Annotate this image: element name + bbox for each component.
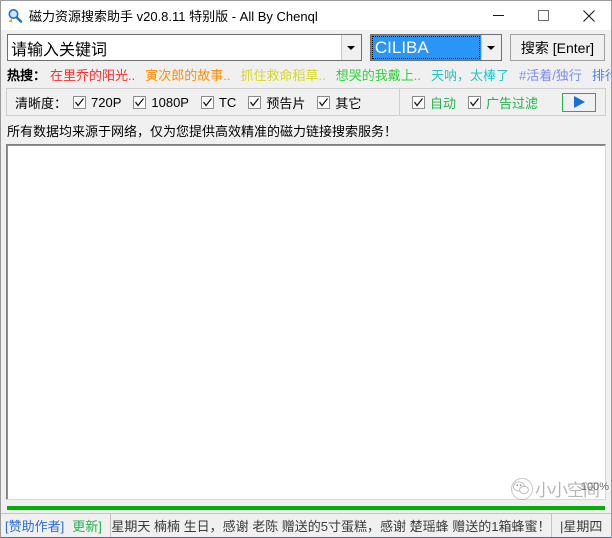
update-link[interactable]: 更新]	[64, 514, 111, 537]
filter-label-trailer: 预告片	[266, 93, 305, 112]
keyword-combobox[interactable]	[7, 34, 362, 61]
filter-checkbox-720p[interactable]: 720P	[73, 95, 121, 110]
chevron-down-icon	[347, 46, 355, 50]
magnifier-icon	[7, 8, 23, 24]
play-button[interactable]	[562, 93, 596, 112]
hot-search-item-4[interactable]: 天呐，太棒了	[431, 65, 509, 84]
hot-search-row: 热搜： 在里乔的阳光.. 寅次郎的故事.. 抓住救命稻草.. 想哭的我戴上.. …	[1, 64, 611, 86]
filter-checkbox-trailer[interactable]: 预告片	[248, 93, 305, 112]
options-group: 自动 广告过滤	[399, 89, 605, 115]
filter-checkbox-adfilter[interactable]: 广告过滤	[468, 93, 538, 112]
search-row: CILIBA 搜索 [Enter]	[1, 30, 611, 64]
keyword-dropdown-button[interactable]	[341, 35, 361, 60]
results-area[interactable]	[6, 144, 606, 500]
filter-label-auto: 自动	[430, 93, 456, 112]
minimize-button[interactable]	[476, 1, 521, 30]
checkbox-box[interactable]	[201, 96, 214, 109]
sponsor-link[interactable]: [赞助作者]	[1, 514, 64, 537]
hot-search-item-5[interactable]: #活着/独行	[519, 65, 582, 84]
search-button[interactable]: 搜索 [Enter]	[510, 34, 605, 61]
filter-checkbox-tc[interactable]: TC	[201, 95, 236, 110]
hot-search-item-1[interactable]: 寅次郎的故事..	[145, 65, 230, 84]
checkbox-box[interactable]	[73, 96, 86, 109]
hot-search-item-0[interactable]: 在里乔的阳光..	[50, 65, 135, 84]
filters-row: 清晰度： 720P 1080P TC	[6, 88, 606, 116]
checkbox-box[interactable]	[133, 96, 146, 109]
status-message: 星期天 楠楠 生日，感谢 老陈 赠送的5寸蛋糕，感谢 楚瑶蜂 赠送的1箱蜂蜜！	[111, 514, 551, 537]
play-icon	[574, 96, 585, 108]
status-bar: [赞助作者] 更新] 星期天 楠楠 生日，感谢 老陈 赠送的5寸蛋糕，感谢 楚瑶…	[1, 513, 611, 537]
hot-search-item-2[interactable]: 抓住救命稻草..	[240, 65, 325, 84]
filter-checkbox-auto[interactable]: 自动	[412, 93, 456, 112]
filter-checkbox-1080p[interactable]: 1080P	[133, 95, 189, 110]
window-title: 磁力资源搜索助手 v20.8.11 特别版 - All By Chenql	[29, 6, 318, 25]
filter-label-1080p: 1080P	[151, 95, 189, 110]
notice-text: 所有数据均来源于网络，仅为您提供高效精准的磁力链接搜索服务！	[1, 118, 611, 144]
search-input[interactable]	[8, 35, 341, 60]
title-bar: 磁力资源搜索助手 v20.8.11 特别版 - All By Chenql	[1, 1, 611, 30]
zoom-percent: 100%	[581, 481, 609, 493]
chevron-down-icon	[487, 46, 495, 50]
checkbox-box[interactable]	[248, 96, 261, 109]
maximize-button[interactable]	[521, 1, 566, 30]
filter-label-adfilter: 广告过滤	[486, 93, 538, 112]
close-button[interactable]	[566, 1, 611, 30]
hot-search-item-3[interactable]: 想哭的我戴上..	[336, 65, 421, 84]
quality-label: 清晰度：	[15, 93, 67, 112]
hot-search-label: 热搜：	[7, 65, 46, 84]
status-day: |星期四	[551, 514, 611, 537]
engine-combobox[interactable]: CILIBA	[370, 34, 502, 61]
engine-selected-value[interactable]: CILIBA	[371, 35, 481, 60]
checkbox-box[interactable]	[468, 96, 481, 109]
app-window: 磁力资源搜索助手 v20.8.11 特别版 - All By Chenql CI…	[0, 0, 612, 538]
checkbox-box[interactable]	[317, 96, 330, 109]
hot-search-item-6[interactable]: 排行榜...	[592, 65, 611, 84]
window-controls	[476, 1, 611, 30]
filter-label-720p: 720P	[91, 95, 121, 110]
engine-dropdown-button[interactable]	[481, 35, 501, 60]
checkbox-box[interactable]	[412, 96, 425, 109]
filter-checkbox-other[interactable]: 其它	[317, 93, 361, 112]
progress-container	[7, 503, 605, 513]
filter-label-other: 其它	[335, 93, 361, 112]
filter-label-tc: TC	[219, 95, 236, 110]
progress-bar	[7, 506, 605, 510]
quality-filter-group: 清晰度： 720P 1080P TC	[7, 93, 399, 112]
